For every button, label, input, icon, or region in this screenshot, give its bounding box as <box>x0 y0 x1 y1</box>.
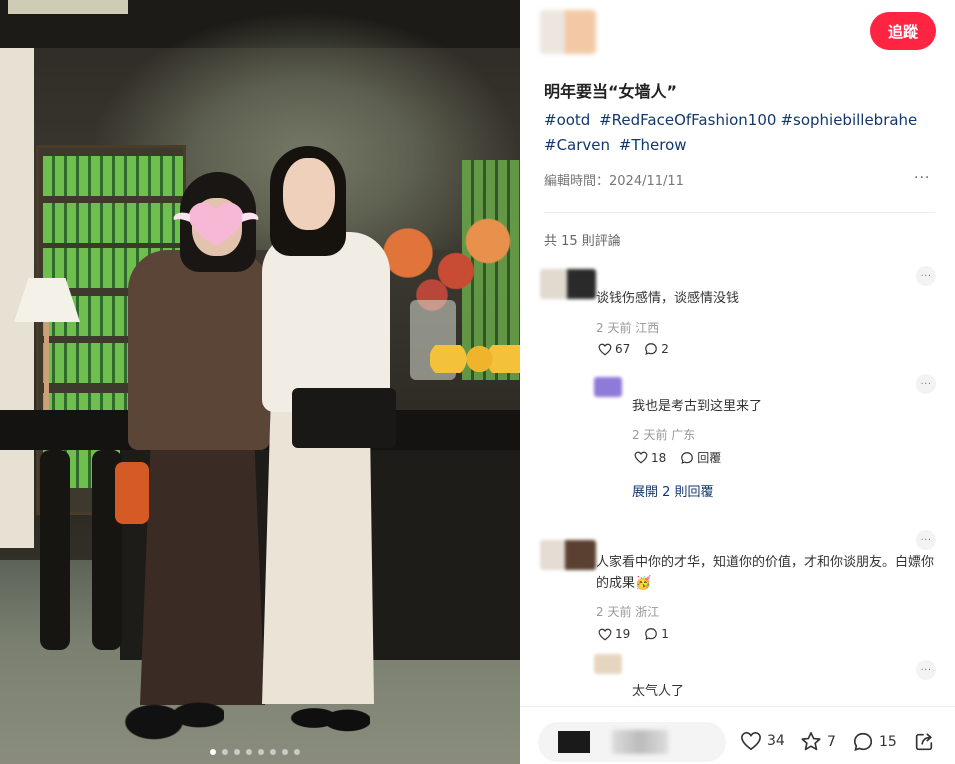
bottom-action-bar: 34 7 15 <box>520 706 955 764</box>
star-icon <box>801 732 821 751</box>
comment-meta: 2 天前 浙江 <box>596 605 660 619</box>
comment-count: 共 15 則評論 <box>544 234 621 249</box>
follow-button[interactable]: 追蹤 <box>870 12 936 50</box>
comment-meta: 2 天前 广东 <box>632 428 696 442</box>
comment-bubble-icon <box>681 451 694 464</box>
bottle-row <box>43 203 183 243</box>
post-photo[interactable] <box>0 0 520 764</box>
comment-more-icon[interactable]: ··· <box>916 374 936 394</box>
comment-count-bottom: 15 <box>879 734 897 750</box>
person-right-face <box>283 158 335 230</box>
person-right-shoes <box>290 694 370 742</box>
comment-like-button[interactable]: 67 <box>598 342 630 356</box>
comment-actions: 18 回覆 <box>634 449 731 466</box>
comment-like-button[interactable]: 19 <box>598 627 630 641</box>
comment-text: 人家看中你的才华，知道你的价值，才和你谈朋友。白嫖你的成果🥳 <box>596 555 935 591</box>
comment-reply-button[interactable]: 2 <box>644 342 669 356</box>
comment-more-icon[interactable]: ··· <box>916 266 936 286</box>
carousel-dot[interactable] <box>282 749 288 755</box>
comment-text: 我也是考古到这里来了 <box>632 399 763 414</box>
comment-avatar[interactable] <box>594 654 622 674</box>
post-more-icon[interactable]: ··· <box>914 170 930 186</box>
like-count: 67 <box>615 342 631 356</box>
carousel-dot[interactable] <box>270 749 276 755</box>
like-count: 19 <box>615 627 631 641</box>
comment-input[interactable] <box>538 722 726 762</box>
photo-counter-leg <box>40 450 70 650</box>
heart-sticker-icon <box>173 202 259 246</box>
divider <box>544 212 935 213</box>
carousel-dot[interactable] <box>246 749 252 755</box>
input-placeholder-blurred <box>612 730 668 754</box>
post-detail-panel: 追蹤 明年要当“女墙人” #ootd #RedFaceOfFashion100 #… <box>520 0 955 764</box>
person-left-top <box>128 250 270 450</box>
comment-reply-button[interactable]: 回覆 <box>680 449 721 466</box>
heart-icon <box>634 451 648 464</box>
edit-time: 編輯時間：2024/11/11 <box>544 174 684 189</box>
comment-like-button[interactable]: 18 <box>634 451 666 465</box>
carousel-dot[interactable] <box>210 749 216 755</box>
author-avatar[interactable] <box>540 10 596 54</box>
hashtag-link[interactable]: #Carven <box>544 136 610 154</box>
collect-count: 7 <box>827 733 836 750</box>
bottle-row <box>43 156 183 196</box>
comment-reply-button[interactable]: 1 <box>644 627 669 641</box>
comment-actions: 67 2 <box>598 342 679 356</box>
user-avatar <box>558 731 590 753</box>
comment-bubble-icon <box>645 628 658 640</box>
reply-label: 回覆 <box>697 451 722 465</box>
comment-more-icon[interactable]: ··· <box>916 530 936 550</box>
comment-bubble-icon <box>645 343 658 355</box>
comment-text: 太气人了 <box>632 684 685 699</box>
heart-icon <box>598 628 612 640</box>
hashtag-link[interactable]: #sophiebillebrahe <box>780 111 917 129</box>
like-count: 18 <box>651 450 667 465</box>
comment-text: 谈钱伤感情，谈感情没钱 <box>596 291 740 306</box>
reply-count: 2 <box>661 342 669 356</box>
comment-bubble-icon <box>853 732 873 752</box>
expand-replies-link[interactable]: 展開 2 則回覆 <box>632 481 714 500</box>
black-clutch <box>292 388 396 448</box>
comment-button[interactable]: 15 <box>852 731 897 753</box>
carousel-dot[interactable] <box>294 749 300 755</box>
person-right-sweater <box>262 232 390 412</box>
carousel-dots[interactable] <box>210 749 300 755</box>
share-icon <box>915 733 933 751</box>
post-title: 明年要当“女墙人” <box>544 82 678 101</box>
comment-avatar[interactable] <box>540 540 596 570</box>
heart-icon <box>741 731 761 751</box>
carousel-dot[interactable] <box>222 749 228 755</box>
orange-bag <box>115 462 149 524</box>
like-button[interactable]: 34 <box>740 731 785 751</box>
comment-avatar[interactable] <box>540 269 596 299</box>
person-left-shoes <box>124 680 224 750</box>
carousel-dot[interactable] <box>258 749 264 755</box>
share-button[interactable] <box>913 731 935 753</box>
collect-button[interactable]: 7 <box>800 731 836 752</box>
comment-actions: 19 1 <box>598 627 679 641</box>
comment-avatar[interactable] <box>594 377 622 397</box>
hashtag-link[interactable]: #ootd <box>544 111 590 129</box>
hashtag-link[interactable]: #Therow <box>619 136 687 154</box>
photo-yellow-flowers <box>430 345 520 373</box>
comment-meta: 2 天前 江西 <box>596 321 660 335</box>
post-tags: #ootd #RedFaceOfFashion100 #sophiebillebr… <box>544 108 940 158</box>
reply-count: 1 <box>661 627 669 641</box>
carousel-dot[interactable] <box>234 749 240 755</box>
comment-more-icon[interactable]: ··· <box>916 660 936 680</box>
hashtag-link[interactable]: #RedFaceOfFashion100 <box>599 111 776 129</box>
heart-icon <box>598 343 612 355</box>
like-count: 34 <box>767 733 785 749</box>
